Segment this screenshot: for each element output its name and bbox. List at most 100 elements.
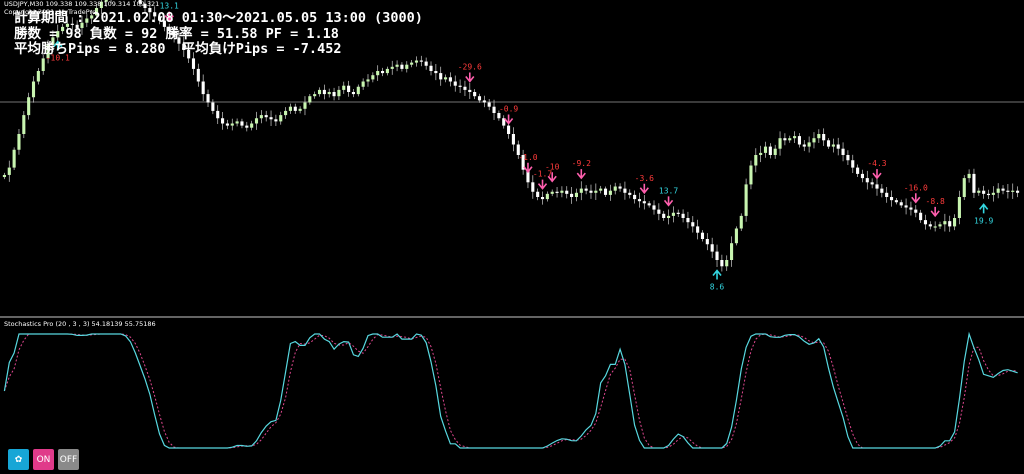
candle [473,89,477,100]
stats-average-pips: 平均勝ちPips = 8.280 平均負けPips = -7.452 [14,41,342,57]
candle [807,136,811,153]
candle [822,128,826,146]
stochastic-label: Stochastics Pro (20 , 3 , 3) 54.18139 55… [4,320,156,328]
on-button[interactable]: ON [33,449,54,470]
candle [904,198,908,215]
stochastic-pane [3,331,1018,449]
trade-result-label: -10 [545,162,560,171]
candle [317,87,322,97]
candle [7,160,11,182]
candle [206,89,210,107]
trade-result-label: -9.2 [572,159,591,168]
candle [492,99,496,120]
sell-arrow-icon [930,206,940,218]
price-chart[interactable]: -10.113.1-29.6-0.9-1.0-1.7-10 -9.2-3.613.… [0,0,1024,474]
candle [1006,183,1010,199]
candle [1016,186,1020,198]
candle [744,178,748,222]
candle [681,209,685,223]
trade-result-label: -29.6 [458,63,482,72]
candle [380,67,385,77]
candle [41,54,45,75]
candle [196,63,200,87]
candle [894,198,898,205]
candle [657,203,661,221]
candle [531,175,535,199]
candle [715,244,719,267]
candle [269,110,273,126]
candle [710,237,714,259]
settings-button[interactable]: ✿ [8,449,29,470]
candle [216,105,220,124]
candle [254,111,259,130]
trade-result-label: -16.0 [904,183,928,192]
buy-arrow-icon [712,269,722,280]
candle [313,91,317,99]
candle [686,211,690,229]
candle [613,182,617,195]
candle [953,214,957,231]
candle [880,184,884,198]
candle [560,186,564,198]
candle [565,186,569,199]
candle [662,210,666,221]
candle [584,185,588,195]
candle [298,106,302,114]
candle [700,230,705,242]
candle [603,186,608,198]
candle [27,92,31,120]
candle [637,192,642,208]
sell-signal: -9.2 [572,159,591,180]
candle [802,140,806,152]
candle [322,84,326,100]
candle [991,186,995,202]
candle [957,190,961,225]
candle [730,236,734,267]
candle [245,121,249,132]
candle [962,175,966,200]
candle [342,81,346,94]
sell-signal: 13.7 [659,186,678,207]
candle [865,170,869,190]
candle [22,111,26,139]
trade-result-label: -1.0 [518,153,537,162]
candle [783,133,787,146]
candle [284,107,288,119]
candle [434,64,438,81]
candle [424,57,428,70]
candle [1001,185,1005,195]
trade-result-label: -0.9 [499,105,518,114]
candle [487,99,491,111]
candle [623,181,627,200]
sell-arrow-icon [639,183,649,195]
candle [225,119,229,130]
sell-signal: -3.6 [635,174,654,195]
candle [860,169,865,183]
candle [17,128,21,155]
candle [914,205,918,218]
candle [230,118,234,131]
candle [201,74,205,102]
candle [279,111,283,125]
candle [977,187,981,196]
candle [594,183,598,201]
candle [250,120,254,131]
candle [293,103,297,114]
candle [482,95,486,108]
candle [414,56,419,67]
off-button[interactable]: OFF [58,449,79,470]
candle [264,110,268,122]
buy-arrow-icon [979,203,989,214]
candle [705,233,709,251]
sell-signal: -0.9 [499,105,518,125]
candle [899,199,903,208]
candle [453,75,457,92]
sell-arrow-icon [523,162,533,174]
stochastic-main-line [3,331,1018,449]
candle [332,87,336,101]
trade-result-label: -4.3 [867,159,886,168]
candle [647,201,651,208]
candle [666,209,671,225]
sell-signal: -29.6 [458,63,482,83]
sell-signal: -4.3 [867,159,887,180]
